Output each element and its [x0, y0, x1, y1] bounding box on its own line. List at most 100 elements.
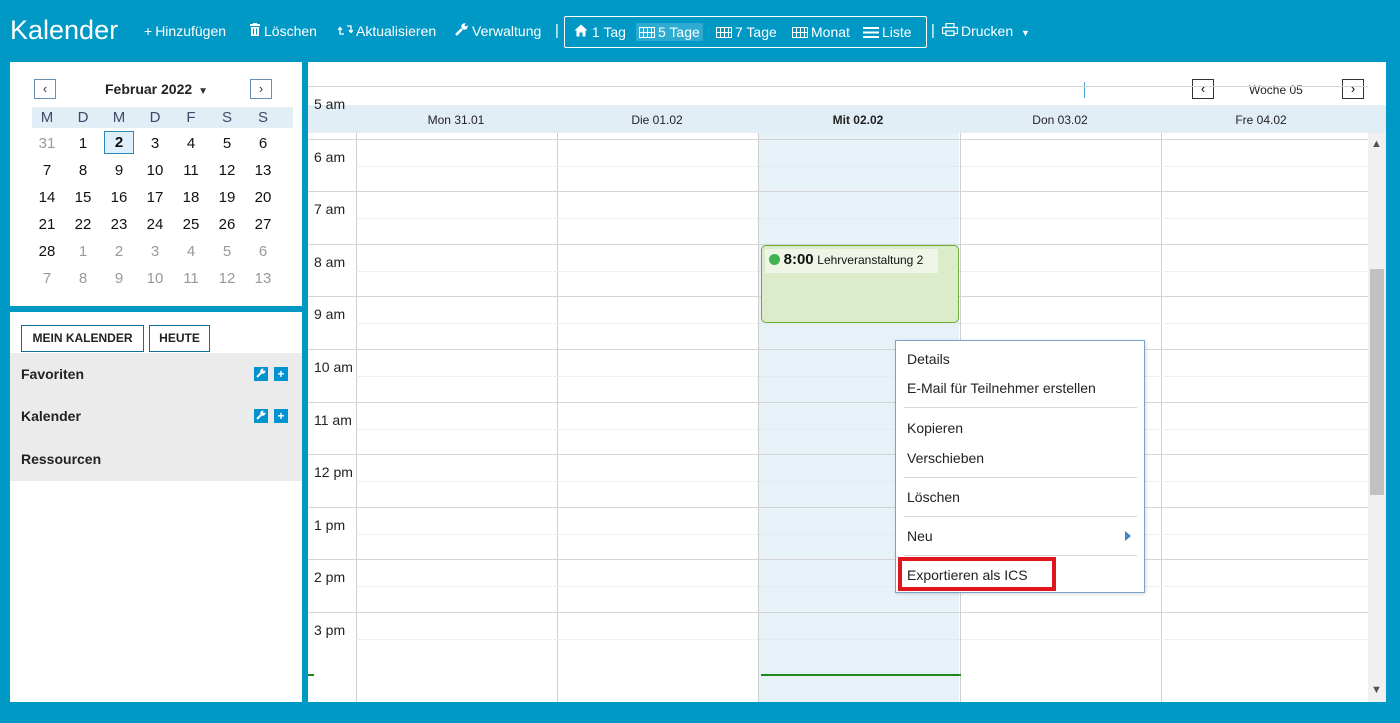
- month-title[interactable]: Februar 2022 ▼: [105, 81, 208, 97]
- half-hour-line: [356, 376, 1368, 377]
- mini-calendar-day[interactable]: 25: [173, 216, 209, 233]
- manage-button[interactable]: Verwaltung: [455, 23, 541, 39]
- view-list-button[interactable]: Liste: [863, 24, 912, 40]
- mini-calendar-day[interactable]: 16: [101, 189, 137, 206]
- mini-calendar-day[interactable]: 6: [245, 243, 281, 260]
- print-label: Drucken: [961, 23, 1014, 39]
- event-time: 8:00: [783, 250, 814, 268]
- view-7-days-button[interactable]: 7 Tage: [716, 24, 777, 40]
- menu-item-move[interactable]: Verschieben: [907, 450, 984, 466]
- mini-calendar-day[interactable]: 13: [245, 162, 281, 179]
- menu-item-delete[interactable]: Löschen: [907, 489, 960, 505]
- mini-calendar-day[interactable]: 1: [65, 243, 101, 260]
- mini-calendar-day[interactable]: 10: [137, 162, 173, 179]
- menu-item-details[interactable]: Details: [907, 351, 950, 367]
- vertical-scrollbar[interactable]: ▲ ▼: [1368, 133, 1386, 702]
- mini-calendar-day[interactable]: 8: [65, 270, 101, 287]
- scroll-up-icon[interactable]: ▲: [1371, 138, 1382, 150]
- view-1-day-button[interactable]: 1 Tag: [574, 24, 626, 40]
- menu-item-email[interactable]: E-Mail für Teilnehmer erstellen: [907, 380, 1096, 396]
- mini-calendar-day[interactable]: 23: [101, 216, 137, 233]
- view-5-days-button[interactable]: 5 Tage: [636, 23, 703, 41]
- mini-calendar-day[interactable]: 14: [29, 189, 65, 206]
- mini-calendar-day[interactable]: 20: [245, 189, 281, 206]
- mini-calendar-day[interactable]: 12: [209, 270, 245, 287]
- mini-calendar-day[interactable]: 8: [65, 162, 101, 179]
- weekday-label: D: [77, 109, 89, 126]
- mini-calendar-day[interactable]: 9: [101, 162, 137, 179]
- refresh-label: Aktualisieren: [356, 23, 437, 39]
- hour-row: 11 am: [308, 401, 1368, 455]
- mini-calendar-day[interactable]: 7: [29, 162, 65, 179]
- hour-row: 1 pm: [308, 506, 1368, 560]
- mini-calendar-day[interactable]: 10: [137, 270, 173, 287]
- menu-separator: [904, 555, 1137, 556]
- mini-calendar-day[interactable]: 11: [173, 270, 209, 287]
- next-month-button[interactable]: ›: [250, 79, 272, 99]
- mini-calendar-day[interactable]: 3: [137, 243, 173, 260]
- scroll-down-icon[interactable]: ▼: [1371, 684, 1382, 696]
- mini-calendar: ‹ Februar 2022 ▼ › MDMDFSS 31 1 2 3 4 5 6 7 8 9 10 1…: [10, 62, 302, 306]
- mini-calendar-day[interactable]: 7: [29, 270, 65, 287]
- wrench-icon: [455, 23, 469, 39]
- mini-calendar-day[interactable]: 2: [101, 243, 137, 260]
- mini-calendar-day[interactable]: 4: [173, 243, 209, 260]
- mini-calendar-day[interactable]: 12: [209, 162, 245, 179]
- calendar-sections: Favoriten + Kalender + Ressourcen: [10, 353, 302, 481]
- refresh-button[interactable]: Aktualisieren: [337, 23, 437, 39]
- event-title: Lehrveranstaltung 2: [817, 252, 924, 267]
- delete-button[interactable]: Löschen: [249, 23, 317, 39]
- mini-calendar-day[interactable]: 28: [29, 243, 65, 260]
- wrench-icon[interactable]: [254, 409, 268, 423]
- weekday-label: M: [112, 109, 126, 126]
- wrench-icon[interactable]: [254, 367, 268, 381]
- mini-calendar-day[interactable]: 1: [65, 135, 101, 152]
- mini-calendar-day-selected[interactable]: 2: [104, 131, 134, 154]
- time-grid[interactable]: 5 am 6 am 7 am 8 am 9 am 10 am 11 am 12 pm 1 pm 2…: [308, 86, 1368, 702]
- mini-calendar-day[interactable]: 21: [29, 216, 65, 233]
- mini-calendar-day[interactable]: 22: [65, 216, 101, 233]
- menu-item-new[interactable]: Neu: [907, 528, 933, 544]
- add-favorite-icon[interactable]: +: [274, 367, 288, 381]
- mini-calendar-day[interactable]: 17: [137, 189, 173, 206]
- month-title-label: Februar 2022: [105, 81, 193, 97]
- time-label: 10 am: [314, 359, 353, 375]
- mini-calendar-day[interactable]: 9: [101, 270, 137, 287]
- scrollbar-thumb[interactable]: [1370, 269, 1384, 495]
- mini-calendar-day[interactable]: 31: [29, 135, 65, 152]
- add-button[interactable]: + Hinzufügen: [144, 23, 226, 39]
- add-calendar-icon[interactable]: +: [274, 409, 288, 423]
- mini-calendar-day[interactable]: 18: [173, 189, 209, 206]
- section-favorites[interactable]: Favoriten: [21, 366, 84, 382]
- current-time-line: [761, 674, 961, 676]
- view-1-day-label: 1 Tag: [591, 24, 626, 40]
- current-time-marker: [308, 674, 314, 676]
- mini-calendar-day[interactable]: 26: [209, 216, 245, 233]
- section-resources[interactable]: Ressourcen: [21, 451, 101, 467]
- prev-month-button[interactable]: ‹: [34, 79, 56, 99]
- today-button[interactable]: HEUTE: [149, 325, 210, 352]
- view-month-button[interactable]: Monat: [792, 24, 850, 40]
- mini-calendar-day[interactable]: 27: [245, 216, 281, 233]
- calendar-event[interactable]: 8:00 Lehrveranstaltung 2: [761, 244, 959, 323]
- weekday-label: F: [186, 109, 196, 126]
- time-label: 6 am: [314, 148, 346, 165]
- mini-calendar-day[interactable]: 6: [245, 135, 281, 152]
- my-calendar-button[interactable]: MEIN KALENDER: [21, 325, 144, 352]
- mini-calendar-day[interactable]: 15: [65, 189, 101, 206]
- mini-calendar-day[interactable]: 11: [173, 162, 209, 179]
- menu-item-copy[interactable]: Kopieren: [907, 420, 963, 436]
- mini-calendar-day[interactable]: 19: [209, 189, 245, 206]
- mini-calendar-day[interactable]: 13: [245, 270, 281, 287]
- toolbar: Kalender + Hinzufügen Löschen Aktualisier…: [0, 0, 1400, 62]
- mini-calendar-day[interactable]: 5: [209, 243, 245, 260]
- mini-calendar-day[interactable]: 24: [137, 216, 173, 233]
- mini-calendar-day[interactable]: 3: [137, 135, 173, 152]
- time-label: 5 am: [314, 96, 346, 112]
- view-month-label: Monat: [811, 24, 850, 40]
- mini-calendar-day[interactable]: 5: [209, 135, 245, 152]
- print-button[interactable]: Drucken ▼: [941, 22, 1030, 39]
- mini-calendar-day[interactable]: 4: [173, 135, 209, 152]
- section-calendars[interactable]: Kalender: [21, 408, 81, 424]
- menu-separator: [904, 477, 1137, 478]
